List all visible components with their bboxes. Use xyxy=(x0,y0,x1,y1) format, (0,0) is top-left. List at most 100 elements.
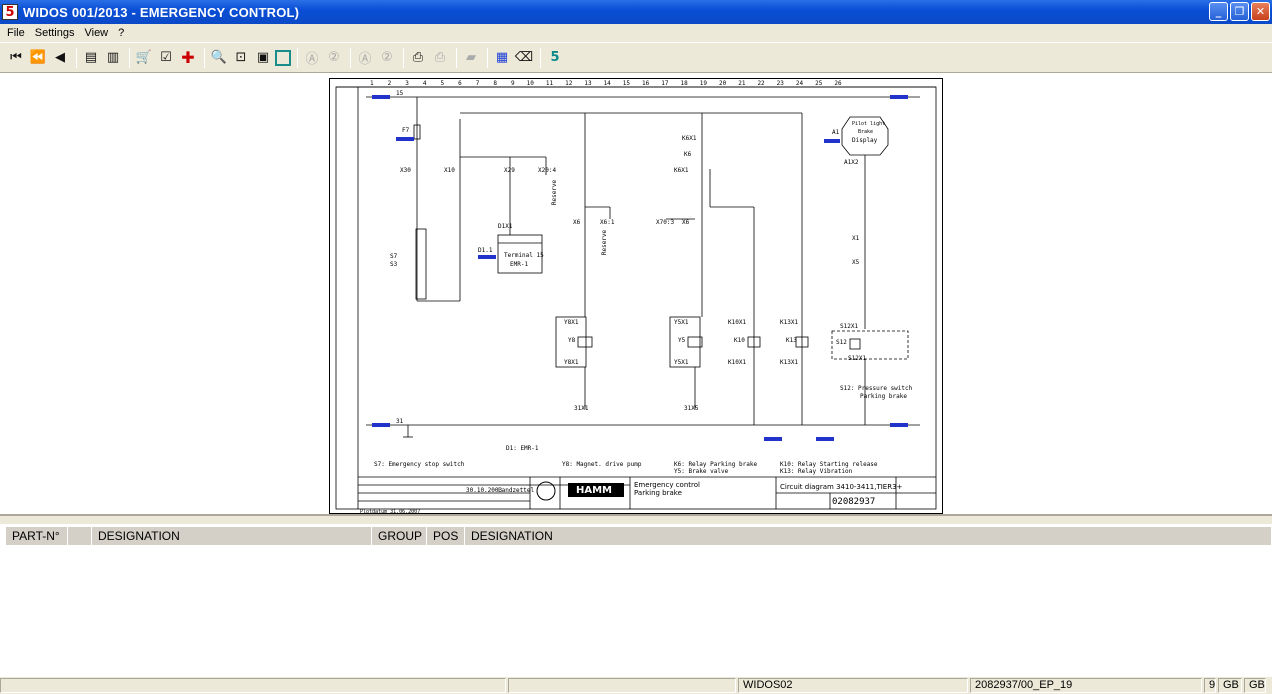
label-a1x2: A1X2 xyxy=(844,159,859,166)
restore-button[interactable]: ❐ xyxy=(1230,2,1249,21)
col-blank[interactable] xyxy=(68,527,92,545)
zoom-fit-icon[interactable]: ⊡ xyxy=(231,48,251,68)
label-pilot: Pilot light xyxy=(852,121,886,127)
status-field-7: GB xyxy=(1244,678,1266,693)
label-x6b: X6 xyxy=(682,219,690,226)
print-preview-icon: ⎙ xyxy=(434,50,446,65)
label-x31b: 31X5 xyxy=(684,405,699,412)
label-x1: X1 xyxy=(852,235,860,242)
toolbar: ⏮ ⏪ ◀ ▤ ▥ 🛒 ☑ ✚ 🔍 ⊡ ▣ Ⓐ ② Ⓐ ② ⎙ ⎙ ▰ ▦ ⌫ … xyxy=(0,43,1272,73)
label-brake: Brake xyxy=(858,129,874,135)
label-s12x1b: S12X1 xyxy=(848,355,867,362)
circuit-diagram-lines xyxy=(335,86,937,510)
title-block-title1: Emergency control xyxy=(634,481,700,489)
label-x10: X10 xyxy=(444,167,455,174)
parts-list-header: PART-N° DESIGNATION GROUP POS DESIGNATIO… xyxy=(6,527,1272,545)
label-d1x1: D1X1 xyxy=(498,223,513,230)
label-x70-3: X70:3 xyxy=(656,219,675,226)
label-row31: 31 xyxy=(396,418,404,425)
label-display: Display xyxy=(852,137,878,144)
label-y5x1a: Y5X1 xyxy=(674,319,689,326)
label-k13: K13 xyxy=(786,337,797,344)
column-numbers: 1 2 3 4 5 6 7 8 9 10 11 12 13 14 15 16 17 18 19 20 21 22 23 24 2… xyxy=(370,80,842,87)
menu-file[interactable]: File xyxy=(2,27,30,39)
legend-s7: S7: Emergency stop switch xyxy=(374,461,465,468)
label-k6x1a: K6X1 xyxy=(682,135,697,142)
add-icon[interactable]: ✚ xyxy=(178,48,198,68)
splitter[interactable] xyxy=(0,516,1272,524)
circle-2b-icon: ② xyxy=(381,50,393,65)
label-reserve2: Reserve xyxy=(601,229,609,256)
zoom-width-icon[interactable] xyxy=(275,49,291,66)
legend-k10: K10: Relay Starting release xyxy=(780,461,878,468)
menu-help[interactable]: ? xyxy=(113,27,129,39)
col-part-number[interactable]: PART-N° xyxy=(6,527,68,545)
label-d1-desc: D1: EMR-1 xyxy=(506,445,539,452)
status-field-6: GB xyxy=(1218,678,1242,693)
label-f7: F7 xyxy=(402,127,410,134)
prev-chapter-icon[interactable]: ⏪ xyxy=(28,48,48,68)
label-x31a: 31X1 xyxy=(574,405,589,412)
label-s12-desc1: S12: Pressure switch xyxy=(840,385,913,392)
menu-settings[interactable]: Settings xyxy=(30,27,80,39)
cart-icon[interactable]: 🛒 xyxy=(134,48,154,68)
label-k10: K10 xyxy=(734,337,745,344)
label-k13x1b: K13X1 xyxy=(780,359,799,366)
label-s12x1a: S12X1 xyxy=(840,323,859,330)
label-x6a: X6 xyxy=(573,219,581,226)
zoom-in-icon[interactable]: 🔍 xyxy=(209,48,229,68)
close-button[interactable]: ✕ xyxy=(1251,2,1270,21)
label-x20-4: X20:4 xyxy=(538,167,557,174)
drawing-viewer[interactable]: 1 2 3 4 5 6 7 8 9 10 11 12 13 14 15 16 17 18 19 20 21 22 23 24 2… xyxy=(0,74,1272,516)
label-s7: S7 xyxy=(390,253,398,260)
label-k10x1a: K10X1 xyxy=(728,319,747,326)
col-designation-2[interactable]: DESIGNATION xyxy=(465,527,1272,545)
title-block-name: Landzettel xyxy=(498,487,535,494)
circle-a2-icon: Ⓐ xyxy=(358,52,372,67)
select-icon[interactable]: ▦ xyxy=(492,48,512,68)
label-y8: Y8 xyxy=(568,337,576,344)
label-x30: X30 xyxy=(400,167,411,174)
print-icon[interactable]: ⎙ xyxy=(408,48,428,68)
zoom-page-icon[interactable]: ▣ xyxy=(253,48,273,68)
title-block-diagram: Circuit diagram 3410-3411,TIER3+ xyxy=(780,483,903,491)
label-x6-1: X6:1 xyxy=(600,219,615,226)
label-reserve1: Reserve xyxy=(551,179,559,206)
prev-page-icon[interactable]: ◀ xyxy=(50,48,70,68)
col-designation[interactable]: DESIGNATION xyxy=(92,527,372,545)
legend-y8: Y8: Magnet. drive pump xyxy=(562,461,642,468)
label-terminal: Terminal 15 xyxy=(504,252,544,259)
label-x5: X5 xyxy=(852,259,860,266)
parts-list: PART-N° DESIGNATION GROUP POS DESIGNATIO… xyxy=(0,524,1272,676)
legend-y5: Y5: Brake valve xyxy=(674,468,729,475)
menu-bar: File Settings View ? xyxy=(0,24,1272,42)
col-pos[interactable]: POS xyxy=(427,527,465,545)
first-page-icon[interactable]: ⏮ xyxy=(6,48,26,68)
window-controls: _ ❐ ✕ xyxy=(1209,2,1270,21)
widos-logo-icon[interactable]: 5 xyxy=(545,48,565,68)
label-s3: S3 xyxy=(390,261,398,268)
status-field-5: 9 xyxy=(1204,678,1216,693)
label-s12-desc2: Parking brake xyxy=(860,393,907,400)
menu-view[interactable]: View xyxy=(79,27,113,39)
eraser-icon[interactable]: ⌫ xyxy=(514,48,534,68)
label-k6x1b: K6X1 xyxy=(674,167,689,174)
circle-2-icon: ② xyxy=(328,50,340,65)
status-field-2 xyxy=(508,678,736,693)
widos-app-icon[interactable]: 5 xyxy=(2,4,18,20)
toc-icon[interactable]: ▤ xyxy=(81,48,101,68)
circuit-diagram[interactable]: 1 2 3 4 5 6 7 8 9 10 11 12 13 14 15 16 17 18 19 20 21 22 23 24 2… xyxy=(329,78,943,515)
order-list-icon[interactable]: ☑ xyxy=(156,48,176,68)
circle-a-icon: Ⓐ xyxy=(305,52,319,67)
legend-k6: K6: Relay Parking brake xyxy=(674,461,758,468)
label-k6: K6 xyxy=(684,151,692,158)
title-block-date: 30.10.2003 xyxy=(466,487,503,494)
title-block-brand: HAMM xyxy=(576,485,613,496)
label-d1: D1.1 xyxy=(478,247,493,254)
title-block-number: 02082937 xyxy=(832,497,876,507)
label-k10x1b: K10X1 xyxy=(728,359,747,366)
index-icon[interactable]: ▥ xyxy=(103,48,123,68)
label-y5x1b: Y5X1 xyxy=(674,359,689,366)
minimize-button[interactable]: _ xyxy=(1209,2,1228,21)
col-group[interactable]: GROUP xyxy=(372,527,427,545)
